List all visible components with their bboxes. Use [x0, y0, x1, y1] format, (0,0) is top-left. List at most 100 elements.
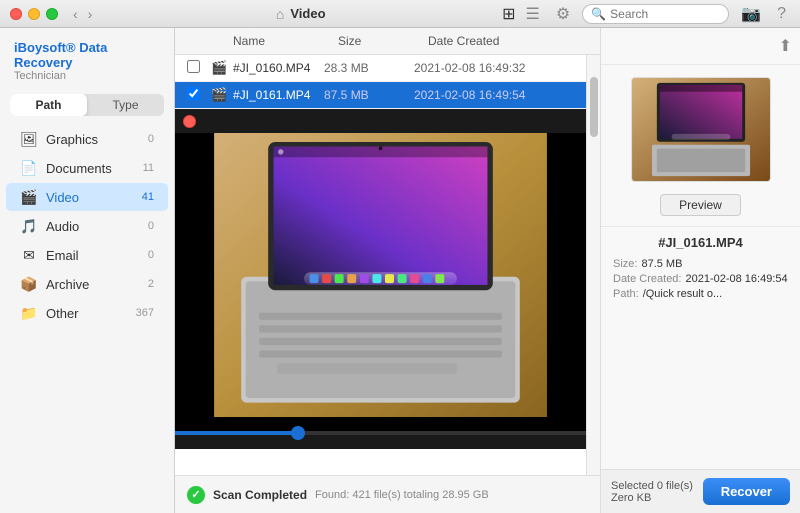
sidebar-graphics-label: Graphics: [46, 132, 134, 147]
archive-icon: 📦: [20, 275, 38, 293]
camera-icon[interactable]: 📷: [737, 3, 765, 25]
scrollbar[interactable]: [586, 55, 600, 475]
file-size-0: 28.3 MB: [324, 61, 414, 75]
scrollbar-thumb[interactable]: [590, 77, 598, 137]
checkbox-1[interactable]: [187, 87, 200, 100]
video-panel-topbar: [175, 109, 586, 133]
table-row[interactable]: 🎬 #JI_0160.MP4 28.3 MB 2021-02-08 16:49:…: [175, 55, 586, 82]
tab-path[interactable]: Path: [10, 94, 87, 116]
sidebar-item-email[interactable]: ✉ Email 0: [6, 241, 168, 269]
path-label: Path:: [613, 288, 639, 300]
selected-count: Selected 0 file(s): [611, 480, 693, 492]
video-content-area: [175, 133, 586, 417]
sidebar-documents-label: Documents: [46, 161, 134, 176]
email-icon: ✉: [20, 246, 38, 264]
sidebar-archive-label: Archive: [46, 277, 134, 292]
home-icon: ⌂: [276, 6, 284, 22]
file-info: #JI_0161.MP4 Size: 87.5 MB Date Created:…: [601, 226, 800, 311]
laptop-video-frame: [175, 133, 586, 417]
back-button[interactable]: ‹: [70, 6, 81, 22]
sidebar-archive-count: 2: [134, 278, 154, 290]
file-name-1: #JI_0161.MP4: [233, 88, 324, 102]
preview-thumbnail: [631, 77, 771, 182]
file-info-path-row: Path: /Quick result o...: [613, 288, 788, 300]
sidebar-video-count: 41: [134, 191, 154, 203]
right-panel-bottom: Selected 0 file(s) Zero KB Recover: [601, 469, 800, 513]
scan-complete-icon: ✓: [187, 486, 205, 504]
sidebar-graphics-count: 0: [134, 133, 154, 145]
right-panel: ⬆: [600, 28, 800, 513]
filter-button[interactable]: ⚙: [552, 3, 574, 25]
title-bar: ‹ › ⌂ Video ⊞ ☰ ⚙ 🔍 📷 ?: [0, 0, 800, 28]
list-view-button[interactable]: ☰: [522, 3, 544, 25]
sidebar-item-other[interactable]: 📁 Other 367: [6, 299, 168, 327]
sidebar-items: 🖼 Graphics 0 📄 Documents 11 🎬 Video 41 🎵…: [0, 124, 174, 513]
scan-complete-text: Scan Completed: [213, 488, 307, 502]
documents-icon: 📄: [20, 159, 38, 177]
file-list-header: Name Size Date Created: [175, 28, 600, 55]
header-name: Name: [233, 34, 338, 48]
scan-detail-text: Found: 421 file(s) totaling 28.95 GB: [315, 489, 489, 501]
grid-view-button[interactable]: ⊞: [498, 3, 519, 25]
date-label: Date Created:: [613, 273, 681, 285]
file-date-0: 2021-02-08 16:49:32: [414, 61, 574, 75]
row-checkbox-0[interactable]: [187, 60, 211, 76]
size-label: Size:: [613, 258, 637, 270]
audio-icon: 🎵: [20, 217, 38, 235]
sidebar-email-label: Email: [46, 248, 134, 263]
other-icon: 📁: [20, 304, 38, 322]
toolbar-right: ⊞ ☰ ⚙ 🔍 📷 ?: [498, 3, 790, 25]
file-date-1: 2021-02-08 16:49:54: [414, 88, 574, 102]
sidebar-video-label: Video: [46, 190, 134, 205]
selected-count-area: Selected 0 file(s) Zero KB: [611, 480, 693, 504]
sidebar-item-graphics[interactable]: 🖼 Graphics 0: [6, 125, 168, 153]
size-value: 87.5 MB: [641, 258, 682, 270]
sidebar-other-count: 367: [134, 307, 154, 319]
search-input[interactable]: [610, 7, 720, 21]
help-icon[interactable]: ?: [773, 4, 790, 24]
forward-button[interactable]: ›: [85, 6, 96, 22]
traffic-lights: [10, 8, 58, 20]
app-body: iBoysoft® Data Recovery Technician Path …: [0, 28, 800, 513]
sidebar-documents-count: 11: [134, 162, 154, 174]
sidebar-item-archive[interactable]: 📦 Archive 2: [6, 270, 168, 298]
video-icon: 🎬: [20, 188, 38, 206]
checkbox-0[interactable]: [187, 60, 200, 73]
selected-size: Zero KB: [611, 492, 693, 504]
status-bar: ✓ Scan Completed Found: 421 file(s) tota…: [175, 475, 600, 513]
sidebar-item-documents[interactable]: 📄 Documents 11: [6, 154, 168, 182]
tab-type[interactable]: Type: [87, 94, 164, 116]
search-box: 🔍: [582, 4, 729, 24]
scan-status: ✓ Scan Completed Found: 421 file(s) tota…: [187, 486, 489, 504]
file-name-0: #JI_0160.MP4: [233, 61, 324, 75]
file-info-date-row: Date Created: 2021-02-08 16:49:54: [613, 273, 788, 285]
video-preview-panel: [175, 109, 586, 449]
table-row[interactable]: 🎬 #JI_0161.MP4 87.5 MB 2021-02-08 16:49:…: [175, 82, 586, 109]
video-close-button[interactable]: [183, 115, 196, 128]
file-info-size-row: Size: 87.5 MB: [613, 258, 788, 270]
row-checkbox-1[interactable]: [187, 87, 211, 103]
header-size: Size: [338, 34, 428, 48]
close-button[interactable]: [10, 8, 22, 20]
minimize-button[interactable]: [28, 8, 40, 20]
file-size-1: 87.5 MB: [324, 88, 414, 102]
preview-thumbnail-svg: [632, 78, 770, 181]
window-title: Video: [290, 6, 325, 21]
date-value: 2021-02-08 16:49:54: [685, 273, 787, 285]
sidebar-item-video[interactable]: 🎬 Video 41: [6, 183, 168, 211]
sidebar-tab-group: Path Type: [10, 94, 164, 116]
recover-button[interactable]: Recover: [703, 478, 790, 505]
sidebar: iBoysoft® Data Recovery Technician Path …: [0, 28, 175, 513]
graphics-icon: 🖼: [20, 130, 38, 148]
app-name: iBoysoft® Data Recovery: [14, 40, 160, 70]
maximize-button[interactable]: [46, 8, 58, 20]
sidebar-email-count: 0: [134, 249, 154, 261]
share-button[interactable]: ⬆: [779, 36, 792, 56]
nav-buttons: ‹ ›: [70, 6, 95, 22]
video-timeline-bar: [175, 431, 586, 449]
preview-button[interactable]: Preview: [660, 194, 741, 216]
sidebar-audio-label: Audio: [46, 219, 134, 234]
file-type-icon-0: 🎬: [211, 60, 233, 76]
sidebar-item-audio[interactable]: 🎵 Audio 0: [6, 212, 168, 240]
app-subtitle: Technician: [14, 70, 160, 82]
